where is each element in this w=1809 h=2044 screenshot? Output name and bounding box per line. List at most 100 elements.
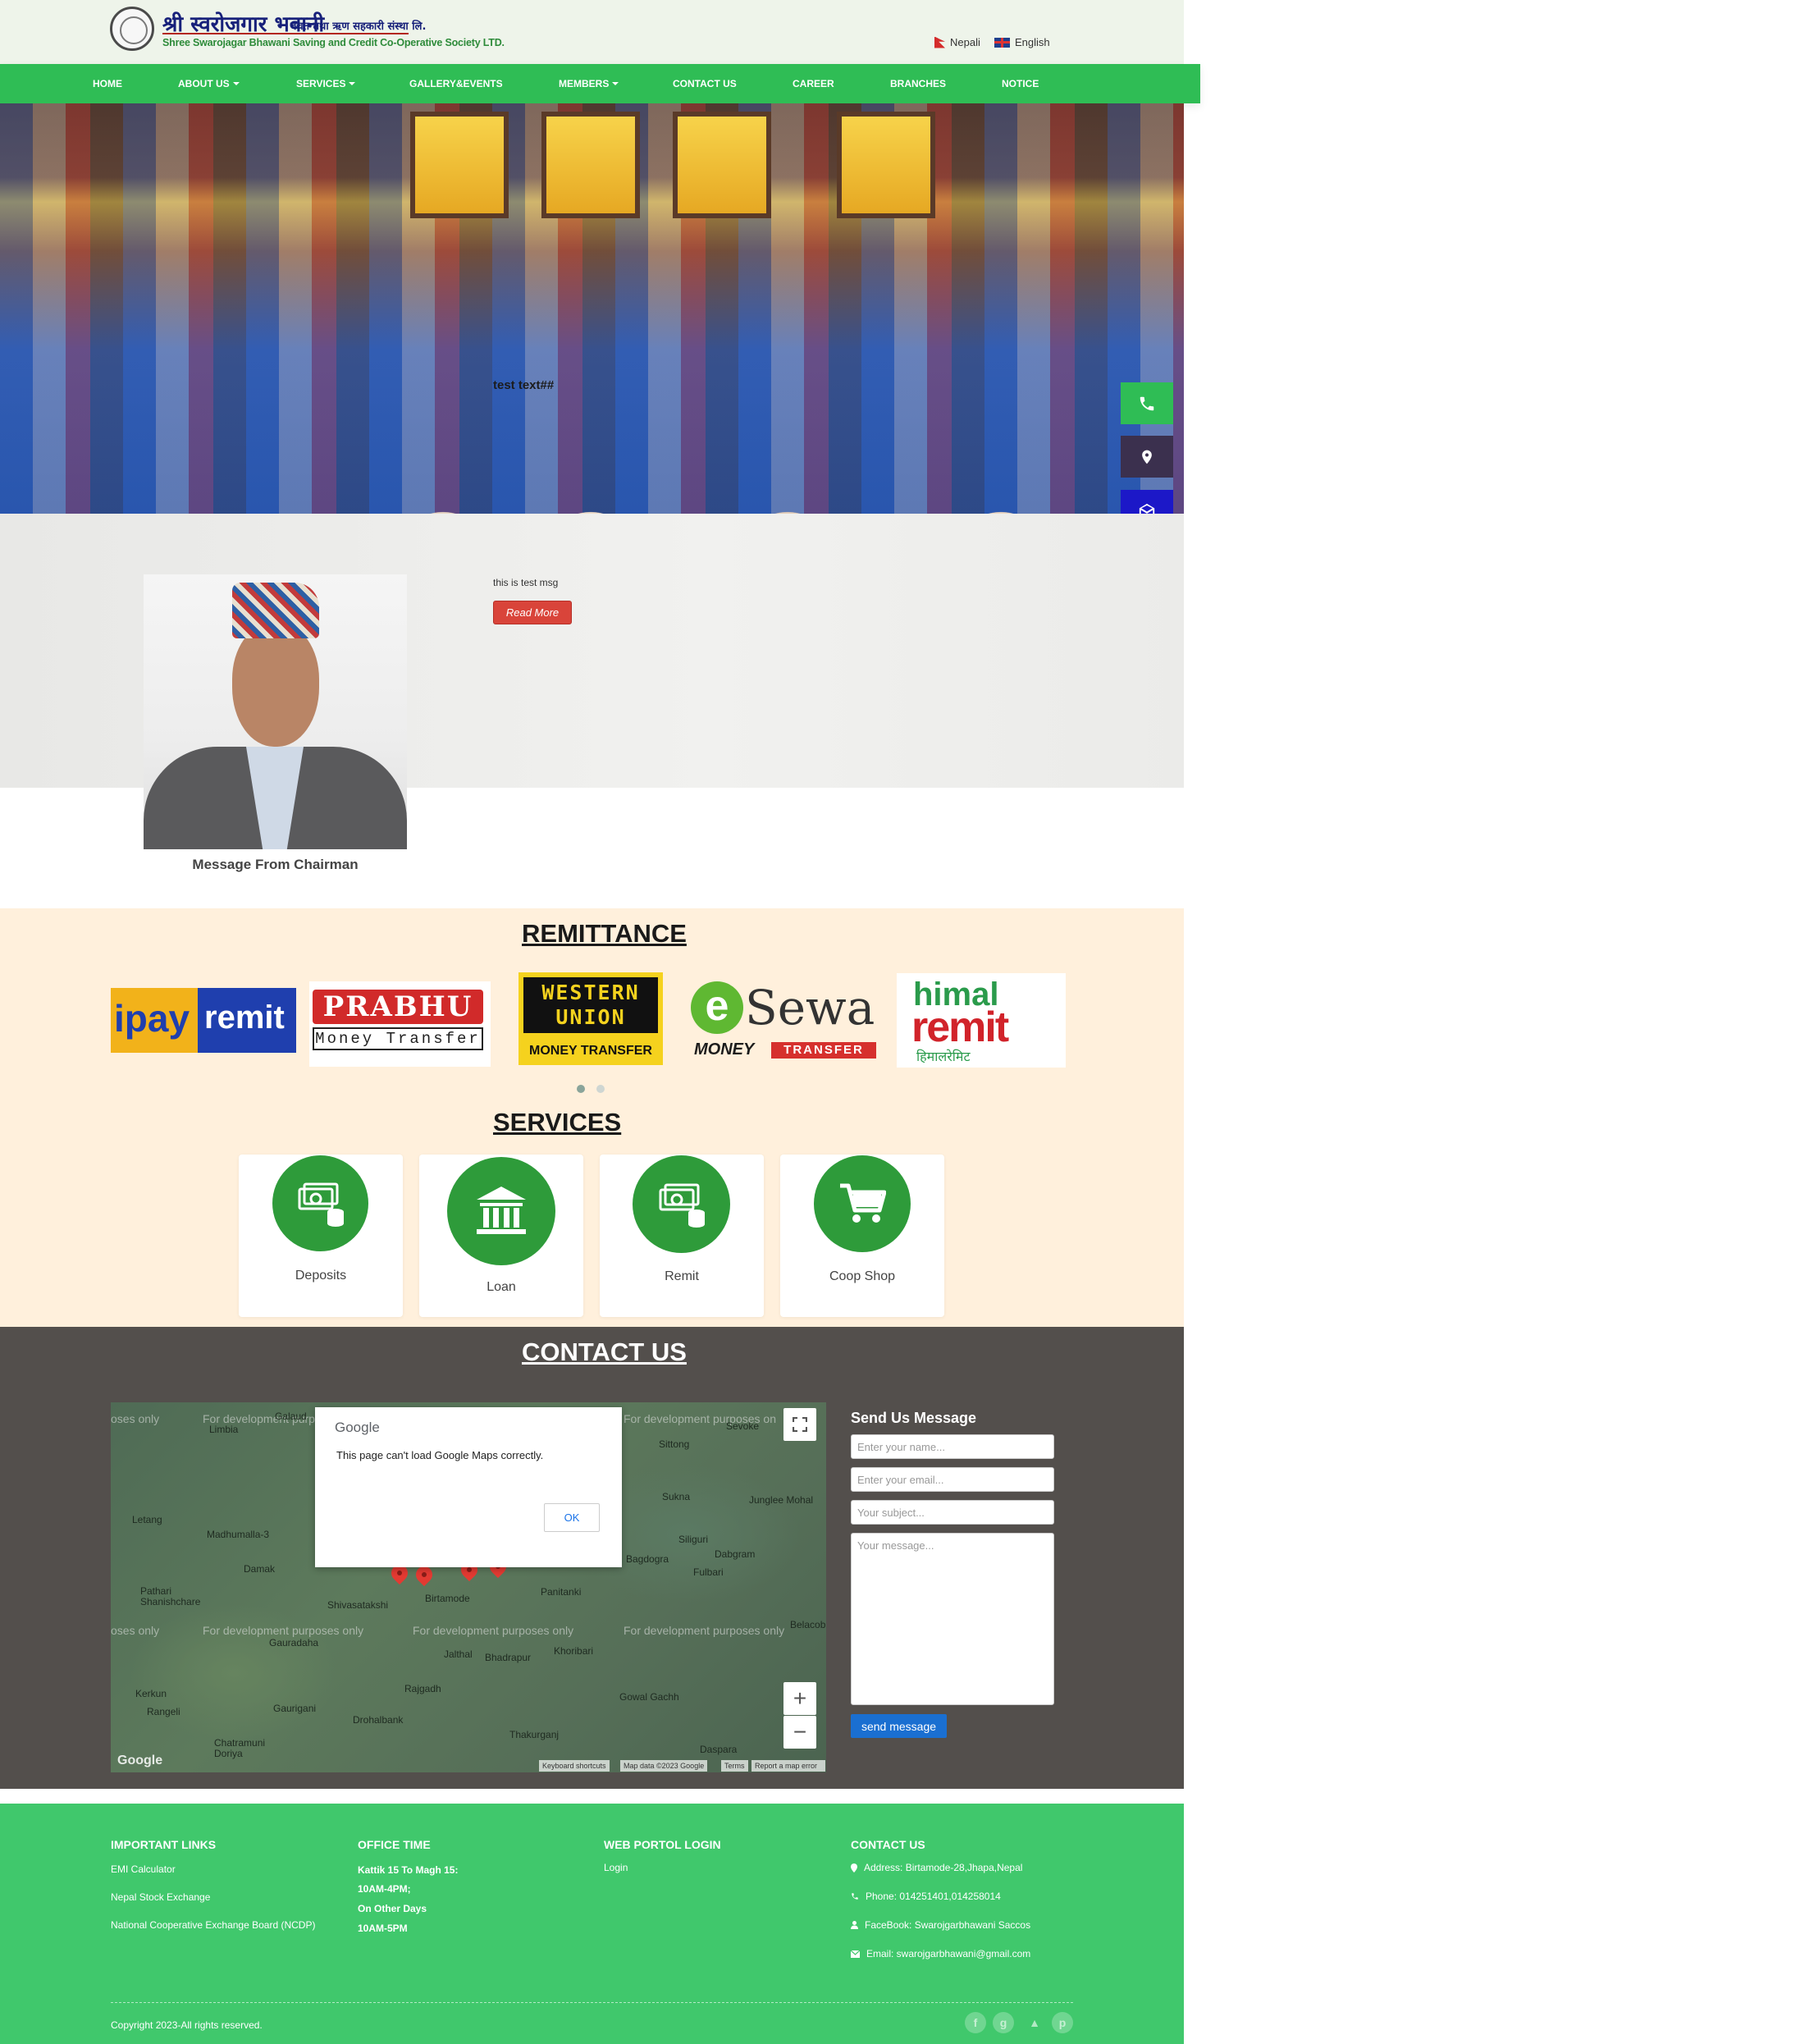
email-input[interactable] xyxy=(851,1467,1054,1492)
office-time-line: 10AM-4PM; xyxy=(358,1883,411,1895)
side-phone-button[interactable] xyxy=(1121,382,1173,424)
footer-link-ncdp[interactable]: National Cooperative Exchange Board (NCD… xyxy=(111,1919,315,1931)
footer-address-text: Address: Birtamode-28,Jhapa,Nepal xyxy=(864,1862,1023,1873)
ipay-remit-logo[interactable]: ipay remit xyxy=(111,988,296,1053)
side-location-button[interactable] xyxy=(1121,436,1173,478)
nav-gallery-events[interactable]: GALLERY&EVENTS xyxy=(409,64,503,103)
message-textarea[interactable] xyxy=(851,1533,1054,1705)
footer-login-link[interactable]: Login xyxy=(604,1862,628,1873)
map-zoom-out-button[interactable]: − xyxy=(783,1716,816,1749)
logo-nepali-subtext: बचत तथा ऋण सहकारी संस्था लि. xyxy=(290,21,427,33)
top-header: श्री स्वरोजगार भवानी बचत तथा ऋण सहकारी स… xyxy=(0,0,1184,64)
footer-phone: Phone: 014251401,014258014 xyxy=(851,1891,1001,1902)
map-place: Birtamode xyxy=(425,1593,470,1604)
map-fullscreen-button[interactable] xyxy=(783,1408,816,1441)
map-place: Chatramuni Doriya xyxy=(214,1737,266,1759)
footer-link-nepal-stock-exchange[interactable]: Nepal Stock Exchange xyxy=(111,1891,210,1903)
map-report-error-link[interactable]: Report a map error xyxy=(751,1760,825,1772)
subject-input[interactable] xyxy=(851,1500,1054,1525)
map-place: Madhumalla-3 xyxy=(207,1529,270,1540)
map-place: Sevoke xyxy=(726,1420,760,1432)
map-place: Sukna xyxy=(662,1491,691,1502)
pinterest-icon[interactable]: p xyxy=(1052,2012,1073,2033)
map-place: Gowal Gachh xyxy=(619,1691,679,1703)
service-card-deposits[interactable]: Deposits xyxy=(239,1155,403,1317)
hall-window xyxy=(673,112,771,218)
nav-services-label: SERVICES xyxy=(296,78,346,89)
caret-down-icon xyxy=(612,82,619,85)
services-title: SERVICES xyxy=(493,1108,622,1136)
footer-links-title: IMPORTANT LINKS xyxy=(111,1838,217,1851)
nav-gallery-events-label: GALLERY&EVENTS xyxy=(409,78,503,89)
site-logo[interactable]: श्री स्वरोजगार भवानी बचत तथा ऋण सहकारी स… xyxy=(110,7,505,53)
google-plus-icon[interactable]: g xyxy=(993,2012,1014,2033)
fullscreen-icon xyxy=(793,1417,807,1432)
main-navigation: HOME ABOUT US SERVICES GALLERY&EVENTS ME… xyxy=(0,64,1200,103)
western-union-logo[interactable]: WESTERN UNION MONEY TRANSFER xyxy=(518,972,663,1065)
carousel-dot[interactable] xyxy=(596,1085,605,1093)
language-nepali[interactable]: Nepali xyxy=(934,36,980,48)
map-place: Gauradaha xyxy=(269,1637,319,1648)
office-time-line: 10AM-5PM xyxy=(358,1923,408,1934)
service-label: Deposits xyxy=(295,1269,347,1283)
map-place: Sittong xyxy=(659,1438,690,1450)
uk-flag-icon xyxy=(994,37,1010,48)
caret-down-icon xyxy=(232,82,240,85)
map-place: Rangeli xyxy=(147,1706,180,1717)
hall-window xyxy=(837,112,935,218)
footer-email-text: Email: swarojgarbhawani@gmail.com xyxy=(866,1948,1031,1959)
footer-divider xyxy=(111,2002,1073,2003)
money-coins-icon xyxy=(272,1155,368,1251)
map-dialog-ok-button[interactable]: OK xyxy=(544,1503,600,1532)
shopping-cart-icon xyxy=(814,1155,911,1252)
footer-facebook[interactable]: FaceBook: Swarojgarbhawani Saccos xyxy=(851,1919,1030,1931)
map-place: Belacob xyxy=(790,1619,826,1630)
service-card-remit[interactable]: Remit xyxy=(600,1155,764,1317)
prabhu-money-transfer-logo[interactable]: PRABHU Money Transfer xyxy=(309,981,491,1067)
read-more-button[interactable]: Read More xyxy=(493,601,572,624)
minus-icon: − xyxy=(793,1719,807,1744)
nav-home[interactable]: HOME xyxy=(93,64,122,103)
nav-about-us[interactable]: ABOUT US xyxy=(178,64,240,103)
remittance-title: REMITTANCE xyxy=(522,919,687,948)
phone-icon xyxy=(852,1893,858,1900)
nav-contact-us[interactable]: CONTACT US xyxy=(673,64,737,103)
envelope-icon xyxy=(851,1950,860,1958)
himal-remit-logo[interactable]: himal remit हिमालरेमिट xyxy=(897,973,1066,1068)
map-zoom-in-button[interactable]: + xyxy=(783,1682,816,1715)
map-marker-icon xyxy=(851,1863,857,1873)
carousel-dot-active[interactable] xyxy=(577,1085,585,1093)
name-input[interactable] xyxy=(851,1434,1054,1459)
nav-members-label: MEMBERS xyxy=(559,78,610,89)
hero-slider-image[interactable] xyxy=(0,103,1184,514)
facebook-icon[interactable]: f xyxy=(965,2012,986,2033)
hall-window xyxy=(410,112,509,218)
language-english[interactable]: English xyxy=(994,36,1050,48)
footer-contact-title: CONTACT US xyxy=(851,1838,925,1851)
esewa-money-transfer-logo[interactable]: e Sewa MONEY TRANSFER xyxy=(689,975,881,1062)
map-place: Dabgram xyxy=(715,1548,756,1560)
footer-phone-text: Phone: 014251401,014258014 xyxy=(866,1891,1001,1902)
nav-members[interactable]: MEMBERS xyxy=(559,64,619,103)
map-watermark: oses only xyxy=(111,1624,160,1637)
google-logo[interactable]: Google xyxy=(117,1754,162,1768)
map-place: Letang xyxy=(132,1514,162,1525)
hero-caption: test text## xyxy=(493,378,555,392)
map-watermark: For development purposes only xyxy=(203,1624,364,1637)
footer-email[interactable]: Email: swarojgarbhawani@gmail.com xyxy=(851,1948,1030,1959)
nav-services[interactable]: SERVICES xyxy=(296,64,356,103)
user-icon xyxy=(851,1921,858,1929)
arrow-up-icon[interactable]: ▲ xyxy=(1024,2012,1045,2033)
map-keyboard-shortcuts[interactable]: Keyboard shortcuts xyxy=(539,1760,610,1772)
footer-link-emi-calculator[interactable]: EMI Calculator xyxy=(111,1863,176,1875)
nav-career[interactable]: CAREER xyxy=(793,64,834,103)
service-card-loan[interactable]: Loan xyxy=(419,1155,583,1317)
language-english-label: English xyxy=(1015,36,1050,48)
nav-branches[interactable]: BRANCHES xyxy=(890,64,946,103)
map-terms-link[interactable]: Terms xyxy=(721,1760,748,1772)
map-place: Bagdogra xyxy=(626,1553,669,1565)
nav-notice[interactable]: NOTICE xyxy=(1002,64,1039,103)
send-message-button[interactable]: send message xyxy=(851,1714,947,1738)
map-place: Drohalbank xyxy=(353,1714,404,1726)
service-card-coop-shop[interactable]: Coop Shop xyxy=(780,1155,944,1317)
